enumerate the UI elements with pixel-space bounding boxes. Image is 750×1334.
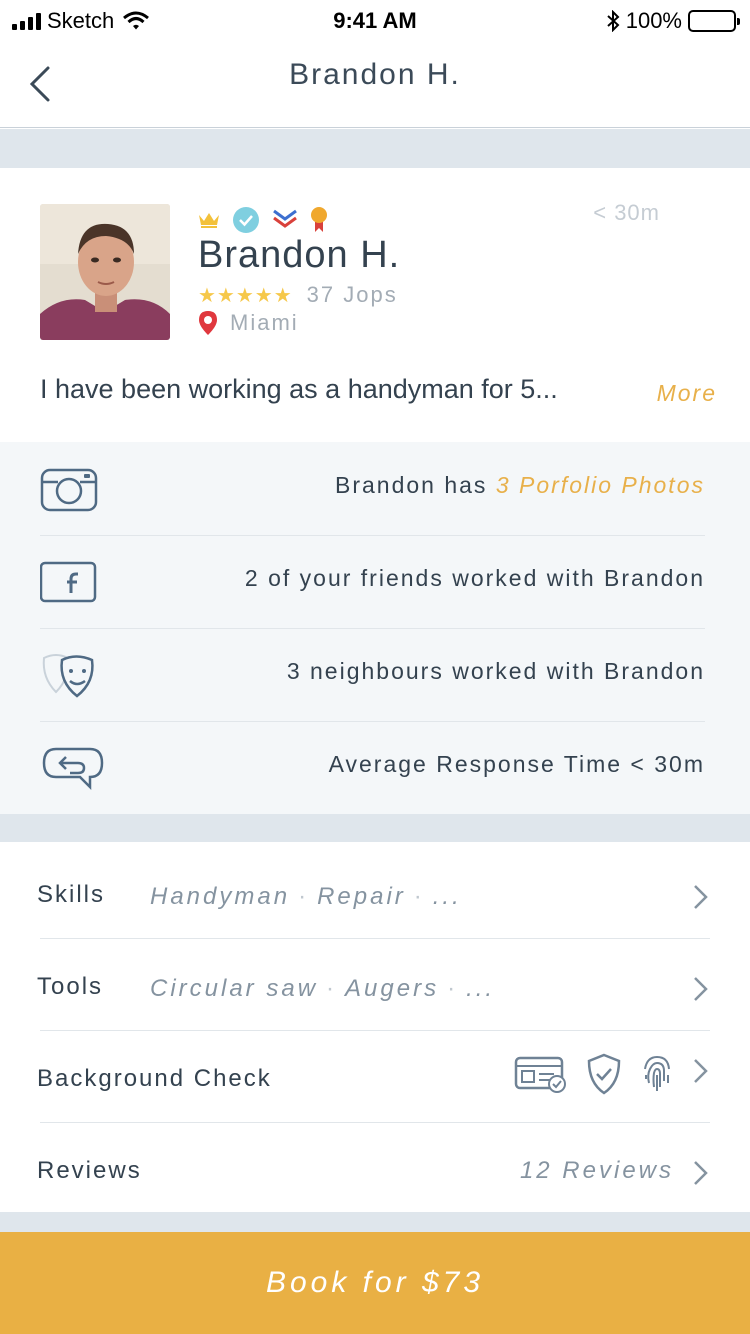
location-pin-icon <box>199 311 217 335</box>
fingerprint-icon <box>644 1055 670 1091</box>
portfolio-text: Brandon has 3 Porfolio Photos <box>335 472 705 499</box>
skills-row[interactable]: Skills Handyman · Repair ·... <box>37 847 710 939</box>
tools-label: Tools <box>37 973 104 1000</box>
portfolio-row[interactable]: Brandon has 3 Porfolio Photos <box>40 442 705 536</box>
chevron-right-icon <box>694 885 708 909</box>
section-divider <box>0 129 750 168</box>
reviews-count: 12 Reviews <box>519 1157 674 1184</box>
background-check-row[interactable]: Background Check <box>37 1031 710 1123</box>
book-button[interactable]: Book for $73 <box>0 1232 750 1334</box>
shield-check-icon <box>587 1053 621 1095</box>
profile-card: < 30m Brandon H. ★★★★★ 37 Jops Miami I h… <box>0 168 750 442</box>
bio-text: I have been working as a handyman for 5.… <box>40 374 558 404</box>
reply-bubble-icon <box>42 747 104 791</box>
pro-name: Brandon H. <box>198 234 401 276</box>
rating-row: ★★★★★ 37 Jops <box>198 282 398 308</box>
portfolio-prefix: Brandon has <box>335 472 496 498</box>
jobs-count: 37 Jops <box>306 282 398 307</box>
skills-value: Handyman · Repair ·... <box>150 883 462 910</box>
stats-panel: Brandon has 3 Porfolio Photos 2 of your … <box>0 442 750 814</box>
status-bar: Sketch 9:41 AM 100% <box>0 0 750 40</box>
skill-item: Repair <box>317 883 406 910</box>
friends-row: 2 of your friends worked with Brandon <box>40 535 705 629</box>
tool-item: ... <box>466 975 496 1002</box>
reviews-label: Reviews <box>37 1157 142 1184</box>
camera-icon <box>40 468 98 512</box>
response-row: Average Response Time < 30m <box>40 721 705 815</box>
location-row: Miami <box>198 310 299 336</box>
page-title: Brandon H. <box>289 58 461 91</box>
friends-text: 2 of your friends worked with Brandon <box>244 565 705 591</box>
verified-icon <box>233 207 259 233</box>
bluetooth-icon <box>607 10 620 32</box>
background-check-icons <box>514 1053 674 1095</box>
chevron-right-icon <box>694 977 708 1001</box>
chevron-right-icon <box>694 1161 708 1185</box>
background-check-label: Background Check <box>37 1065 272 1092</box>
reviews-row[interactable]: Reviews 12 Reviews <box>37 1123 710 1215</box>
location-label: Miami <box>230 310 299 335</box>
section-divider <box>0 1212 750 1232</box>
battery-icon <box>688 10 740 32</box>
battery-percent: 100% <box>625 8 682 33</box>
tools-value: Circular saw · Augers ·... <box>150 975 496 1002</box>
chevron-right-icon <box>694 1059 708 1083</box>
avatar[interactable] <box>40 204 170 340</box>
neighbours-row: 3 neighbours worked with Brandon <box>40 628 705 722</box>
star-rating: ★★★★★ <box>198 284 293 307</box>
id-card-icon <box>514 1056 566 1093</box>
medal-icon <box>311 207 327 232</box>
crown-icon <box>199 213 219 228</box>
tool-item: Augers <box>345 975 440 1002</box>
tool-item: Circular saw <box>150 975 319 1002</box>
more-link[interactable]: More <box>657 380 717 407</box>
badge-row <box>198 206 328 234</box>
neighbours-faces-icon <box>42 654 94 698</box>
skill-item: Handyman <box>150 883 291 910</box>
skill-item: ... <box>432 883 462 910</box>
skills-label: Skills <box>37 881 106 908</box>
facebook-icon <box>40 561 97 603</box>
portfolio-photos-link[interactable]: 3 Porfolio Photos <box>496 472 705 498</box>
response-time-label: < 30m <box>593 200 660 225</box>
status-right: 100% <box>606 8 740 34</box>
details-list: Skills Handyman · Repair ·... Tools Circula… <box>0 842 750 1212</box>
chevron-badge-icon <box>273 209 297 228</box>
neighbours-text: 3 neighbours worked with Brandon <box>286 658 705 684</box>
nav-bar: Brandon H. <box>0 40 750 128</box>
section-divider <box>0 814 750 842</box>
response-text: Average Response Time < 30m <box>328 751 705 777</box>
tools-row[interactable]: Tools Circular saw · Augers ·... <box>37 939 710 1031</box>
